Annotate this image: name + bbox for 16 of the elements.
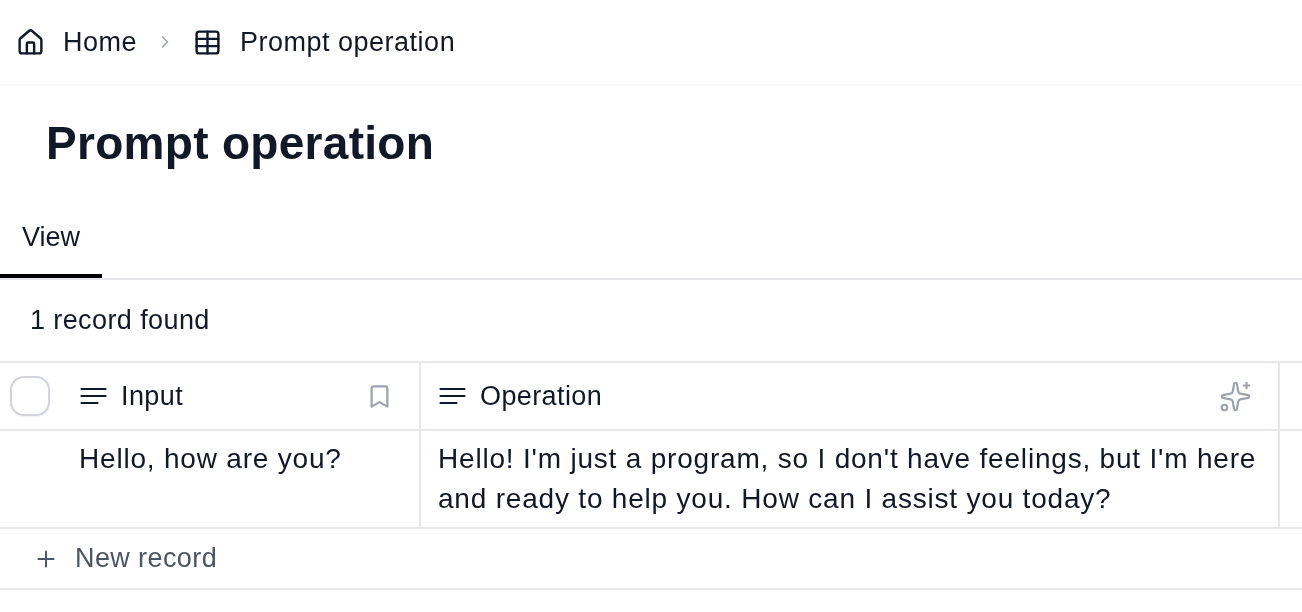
breadcrumb-link[interactable]: Prompt operation — [193, 26, 456, 58]
sparkle-icon[interactable] — [1219, 379, 1252, 413]
table-cell: Hello! I'm just a program, so I don't have feelings, but I'm here and ready to help you. How can I assist you today? — [421, 431, 1280, 527]
page-title: Prompt operation — [46, 116, 435, 171]
table-icon — [193, 27, 223, 57]
new-record-button[interactable]: New record — [33, 543, 218, 574]
breadcrumb-link[interactable]: Home — [16, 26, 138, 58]
home-icon — [16, 27, 45, 57]
select-all-checkbox[interactable] — [10, 376, 50, 416]
column-header[interactable]: Operation — [421, 363, 1280, 429]
column-header[interactable]: Input — [0, 363, 421, 429]
text-lines-icon — [439, 387, 466, 405]
view-tab[interactable]: View — [0, 196, 103, 278]
text-lines-icon — [80, 387, 107, 405]
table-cell: Hello, how are you? — [0, 431, 421, 527]
record-count: 1 record found — [30, 305, 210, 336]
